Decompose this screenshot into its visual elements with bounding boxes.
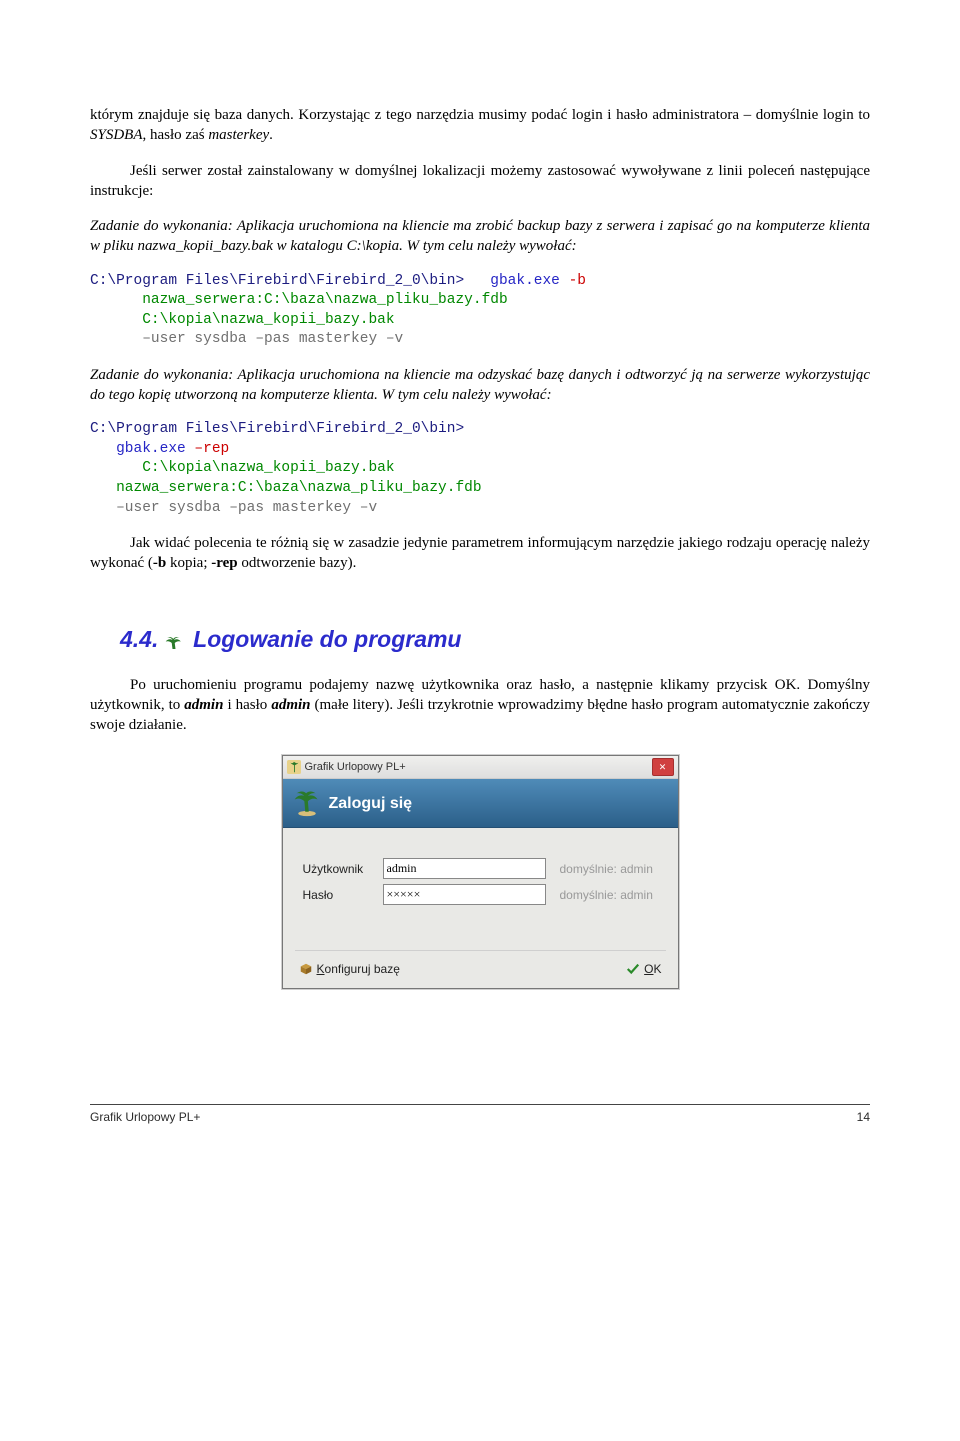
footer-page-number: 14: [857, 1109, 870, 1125]
paragraph-restore-task: Zadanie do wykonania: Aplikacja uruchomi…: [90, 365, 870, 406]
user-hint: domyślnie: admin: [560, 861, 653, 877]
dialog-titlebar: Grafik Urlopowy PL+ ✕: [283, 756, 678, 779]
page-footer: Grafik Urlopowy PL+ 14: [90, 1104, 870, 1125]
section-heading: 4.4. Logowanie do programu: [120, 624, 870, 655]
password-hint: domyślnie: admin: [560, 887, 653, 903]
dialog-header-title: Zaloguj się: [329, 793, 413, 815]
paragraph-commands-diff: Jak widać polecenia te różnią się w zasa…: [90, 533, 870, 574]
footer-left: Grafik Urlopowy PL+: [90, 1109, 200, 1125]
username-input[interactable]: [383, 858, 546, 879]
password-input[interactable]: [383, 884, 546, 905]
dialog-window-title: Grafik Urlopowy PL+: [305, 760, 652, 775]
ok-button[interactable]: OK: [622, 959, 665, 979]
login-dialog: Grafik Urlopowy PL+ ✕ Zaloguj się Użytko…: [282, 755, 679, 988]
check-icon: [626, 962, 640, 976]
palm-tree-icon: [293, 789, 321, 817]
code-block-backup: C:\Program Files\Firebird\Firebird_2_0\b…: [90, 272, 870, 350]
configure-db-label: Konfiguruj bazę: [317, 961, 400, 977]
password-label: Hasło: [303, 887, 383, 903]
ok-label: OK: [644, 961, 661, 977]
configure-db-button[interactable]: Konfiguruj bazę: [295, 959, 404, 979]
paragraph-db-login: którym znajduje się baza danych. Korzyst…: [90, 105, 870, 146]
paragraph-instructions-intro: Jeśli serwer został zainstalowany w domy…: [90, 161, 870, 202]
box-icon: [299, 962, 313, 976]
paragraph-login-info: Po uruchomieniu programu podajemy nazwę …: [90, 675, 870, 736]
close-icon[interactable]: ✕: [652, 758, 674, 776]
app-icon: [287, 760, 301, 774]
user-label: Użytkownik: [303, 861, 383, 877]
section-number: 4.4.: [120, 624, 158, 655]
palm-tree-icon: [165, 631, 183, 649]
dialog-body: Użytkownik domyślnie: admin Hasło domyśl…: [283, 828, 678, 930]
code-block-restore: C:\Program Files\Firebird\Firebird_2_0\b…: [90, 420, 870, 518]
dialog-header: Zaloguj się: [283, 779, 678, 828]
paragraph-backup-task: Zadanie do wykonania: Aplikacja uruchomi…: [90, 216, 870, 257]
section-title: Logowanie do programu: [193, 626, 461, 652]
